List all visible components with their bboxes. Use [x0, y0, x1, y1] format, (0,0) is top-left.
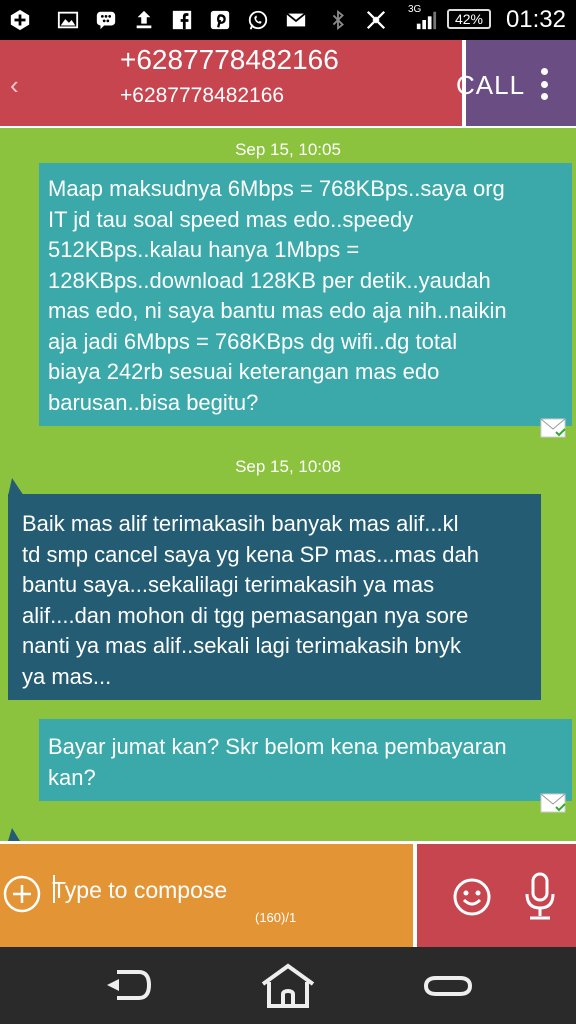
upload-icon [132, 8, 156, 32]
facebook-icon [170, 8, 194, 32]
message-thread[interactable]: Sep 15, 10:05 Maap maksudnya 6Mbps = 768… [0, 128, 576, 841]
message-line: Bayar jumat kan? Skr belom kena pembayar… [48, 734, 507, 759]
message-line: barusan..bisa begitu? [48, 389, 259, 415]
bluetooth-icon [326, 8, 350, 32]
message-line: alif....dan mohon di tgg pemasangan nya … [22, 602, 469, 628]
sent-mail-icon [540, 793, 566, 813]
whatsapp-icon [246, 8, 270, 32]
conversation-header: ‹ +6287778482166 +6287778482166 CALL [0, 40, 576, 128]
overflow-menu-icon[interactable] [536, 68, 552, 100]
message-line: aja jadi 6Mbps = 768KBps dg wifi..dg tot… [48, 328, 458, 354]
image-icon [56, 8, 80, 32]
message-line: Baik mas alif terimakasih banyak mas ali… [22, 511, 459, 536]
header-actions: CALL [456, 40, 576, 126]
contact-name: +6287778482166 [120, 44, 339, 75]
message-line: nanti ya mas alif..sekali lagi terimakas… [22, 633, 461, 658]
bubble-tail [8, 828, 20, 841]
signal-icon [414, 8, 438, 32]
sent-mail-icon [540, 418, 566, 438]
text-cursor [53, 875, 55, 903]
add-icon [8, 8, 32, 32]
compose-area[interactable]: (160)/1 [0, 844, 413, 947]
message-line: Maap maksudnya 6Mbps = 768KBps..saya org [48, 176, 505, 201]
message-line: mas edo, ni saya bantu mas edo aja nih..… [48, 298, 507, 323]
compose-actions [417, 844, 576, 947]
microphone-icon[interactable] [522, 872, 558, 922]
message-line: kan? [48, 764, 96, 790]
bbm-icon [94, 8, 118, 32]
battery-indicator: 42% [447, 9, 491, 29]
no-signal-icon [364, 8, 388, 32]
add-attachment-icon[interactable] [3, 875, 41, 913]
character-counter: (160)/1 [255, 910, 297, 925]
navigation-bar [0, 947, 576, 1024]
compose-input[interactable] [52, 872, 382, 908]
outgoing-message[interactable]: Maap maksudnya 6Mbps = 768KBps..saya org… [39, 163, 572, 426]
mail-icon [284, 8, 308, 32]
pinterest-icon [208, 8, 232, 32]
recent-apps-icon[interactable] [413, 961, 483, 1011]
message-date: Sep 15, 10:05 [235, 140, 341, 159]
smiley-icon[interactable] [452, 877, 492, 917]
call-button[interactable]: CALL [456, 70, 525, 101]
message-date: Sep 15, 10:08 [235, 457, 341, 476]
back-icon[interactable] [93, 961, 163, 1011]
outgoing-message[interactable]: Bayar jumat kan? Skr belom kena pembayar… [39, 719, 572, 801]
message-line: 128KBps..download 128KB per detik..yauda… [48, 267, 491, 293]
message-line: ya mas... [22, 663, 112, 689]
message-line: IT jd tau soal speed mas edo..speedy [48, 206, 414, 232]
incoming-message[interactable]: Baik mas alif terimakasih banyak mas ali… [8, 494, 541, 700]
message-line: biaya 242rb sesuai keterangan mas edo [48, 359, 440, 384]
message-line: bantu saya...sekalilagi terimakasih ya m… [22, 572, 435, 597]
message-line: td smp cancel saya yg kena SP mas...mas … [22, 541, 479, 567]
contact-header[interactable]: ‹ +6287778482166 +6287778482166 [0, 40, 462, 126]
clock: 01:32 [505, 6, 566, 33]
chevron-left-icon[interactable]: ‹ [10, 70, 19, 101]
contact-number: +6287778482166 [120, 84, 285, 107]
home-icon[interactable] [253, 961, 323, 1011]
message-line: 512KBps..kalau hanya 1Mbps = [48, 237, 360, 262]
compose-bar: (160)/1 [0, 841, 576, 947]
status-bar: 3G 42% 01:32 [0, 0, 576, 40]
